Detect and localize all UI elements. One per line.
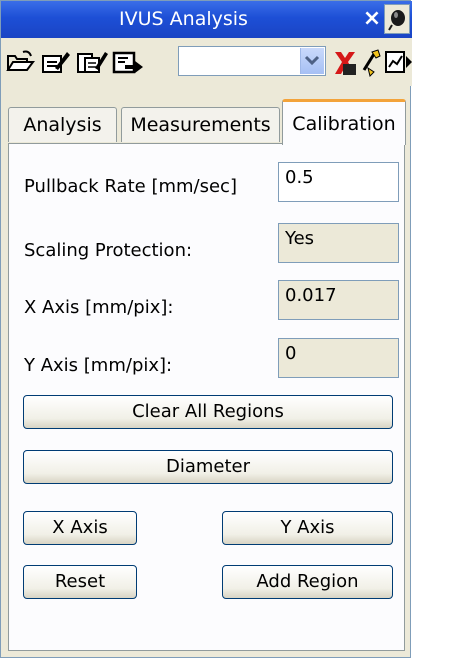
more-arrow-icon [406, 56, 412, 68]
chevron-down-icon [304, 55, 320, 66]
add-region-button[interactable]: Add Region [222, 565, 393, 599]
edit-all-button[interactable] [75, 48, 108, 76]
edit-all-icon [77, 52, 108, 73]
ivus-analysis-panel: IVUS Analysis × Analysis Measurements Ca… [0, 0, 412, 658]
tab-calibration[interactable]: Calibration [282, 99, 406, 145]
x-axis-button[interactable]: X Axis [23, 511, 137, 545]
tab-measurements[interactable]: Measurements [121, 107, 280, 142]
selection-combo[interactable] [178, 46, 326, 76]
delete-red-icon [335, 52, 356, 75]
y-axis-button[interactable]: Y Axis [222, 511, 393, 545]
window-title: IVUS Analysis [119, 8, 248, 30]
scaling-protection-label: Scaling Protection: [24, 240, 193, 261]
edit-data-icon [42, 52, 70, 73]
x-axis-value: 0.017 [278, 280, 399, 320]
clear-all-regions-button[interactable]: Clear All Regions [23, 395, 393, 429]
chart-icon [385, 51, 405, 73]
chart-button[interactable] [384, 48, 406, 76]
pullback-rate-label: Pullback Rate [mm/sec] [24, 176, 237, 197]
title-bar: IVUS Analysis × [1, 1, 412, 38]
y-axis-value: 0 [278, 338, 399, 378]
tab-analysis[interactable]: Analysis [8, 107, 117, 142]
pin-icon [388, 10, 405, 31]
combo-dropdown-button[interactable] [300, 48, 324, 74]
more-button[interactable] [406, 48, 412, 76]
export-button[interactable] [111, 48, 143, 76]
edit-data-button[interactable] [39, 48, 70, 76]
open-folder-button[interactable] [5, 48, 35, 76]
delete-button[interactable] [331, 48, 361, 76]
diameter-button[interactable]: Diameter [23, 450, 393, 484]
open-folder-icon [6, 50, 35, 71]
calibration-page: Pullback Rate [mm/sec] 0.5 Scaling Prote… [8, 143, 405, 651]
reset-button[interactable]: Reset [23, 565, 137, 599]
scaling-protection-value: Yes [278, 223, 399, 263]
pullback-rate-input[interactable]: 0.5 [278, 162, 399, 202]
tab-strip: Analysis Measurements Calibration [1, 97, 412, 145]
x-axis-label: X Axis [mm/pix]: [24, 297, 174, 318]
toolbar [1, 38, 412, 86]
close-button[interactable]: × [361, 8, 383, 30]
export-icon [112, 51, 143, 74]
y-axis-label: Y Axis [mm/pix]: [24, 355, 173, 376]
wand-icon [362, 49, 381, 77]
pin-button[interactable] [384, 4, 410, 34]
